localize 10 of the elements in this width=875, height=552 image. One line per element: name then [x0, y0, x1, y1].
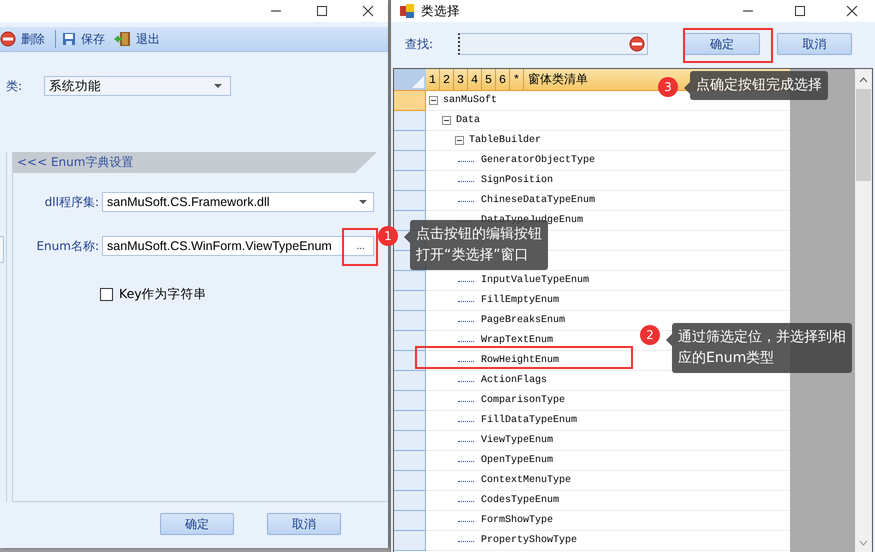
enum-name-label: Enum名称: — [35, 238, 99, 254]
callout-tooltip: 点击按钮的编辑按钮 打开“类选择”窗口 — [410, 220, 548, 270]
checkbox-label: Key作为字符串 — [119, 286, 207, 303]
callout-tooltip: 通过筛选定位，并选择到相 应的Enum类型 — [672, 323, 852, 373]
category-label: 类: — [6, 78, 24, 94]
search-label: 查找: — [405, 36, 434, 52]
assembly-label: dll程序集: — [44, 194, 99, 210]
callout-tooltip: 点确定按钮完成选择 — [690, 71, 828, 100]
window-title: 类选择 — [421, 2, 460, 20]
group-header: <<< Enum字典设置 — [13, 152, 377, 173]
